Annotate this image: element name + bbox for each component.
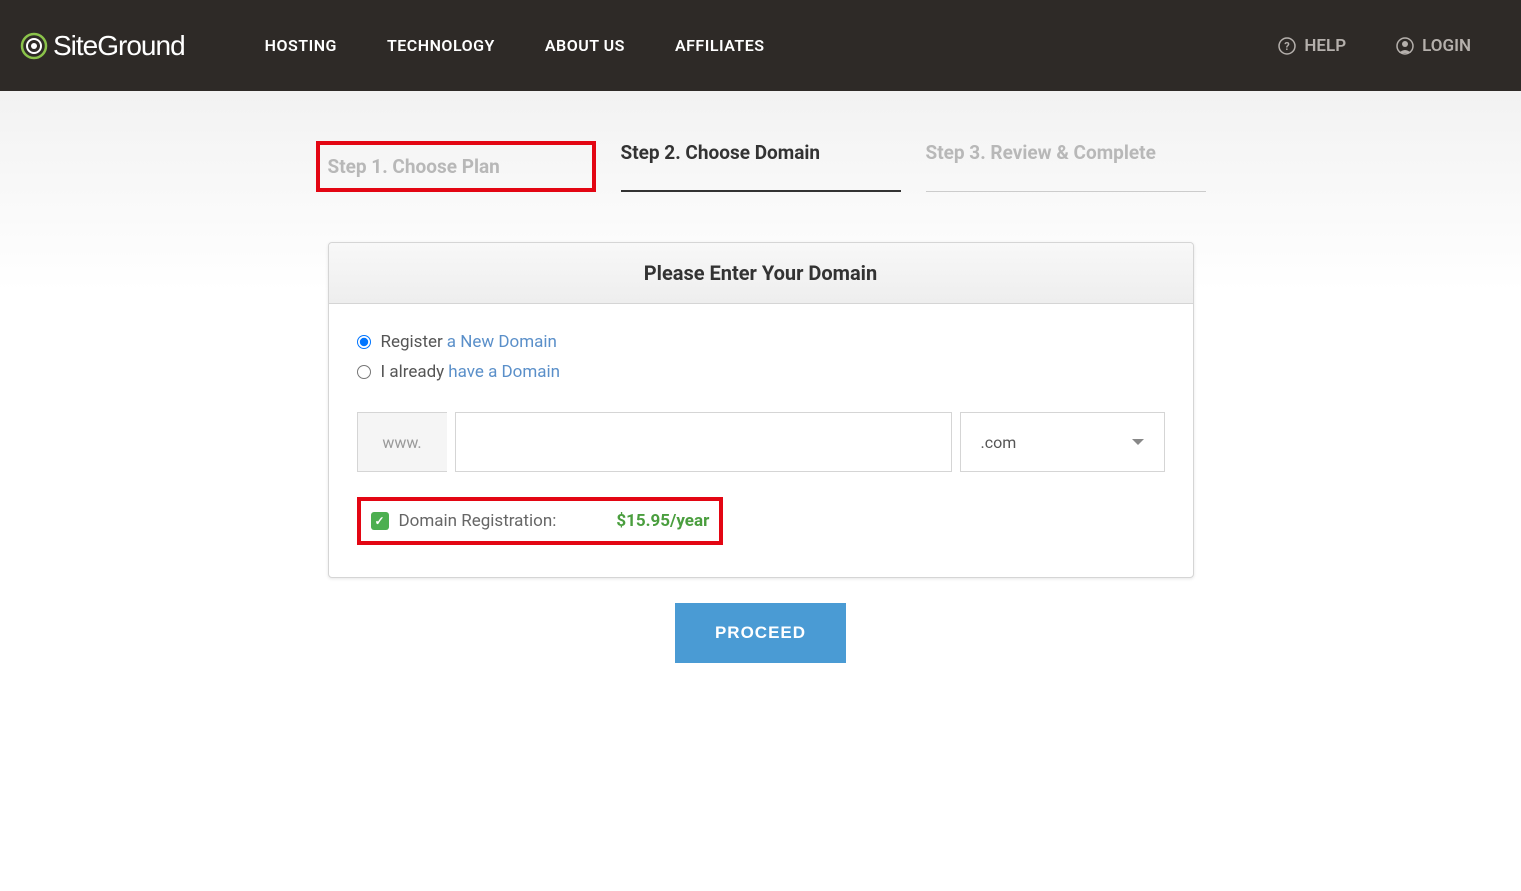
tld-select[interactable]: .com bbox=[960, 412, 1165, 472]
radio-register-new[interactable]: Register a New Domain bbox=[357, 332, 1165, 352]
domain-registration-row: ✓ Domain Registration: $15.95/year bbox=[357, 497, 724, 545]
help-icon: ? bbox=[1278, 37, 1296, 55]
logo[interactable]: SiteGround bbox=[20, 30, 185, 62]
radio-have-domain-input[interactable] bbox=[357, 365, 371, 379]
registration-price: $15.95/year bbox=[616, 511, 709, 531]
content-wrapper: Step 1. Choose Plan Step 2. Choose Domai… bbox=[0, 91, 1521, 891]
step-2-tab[interactable]: Step 2. Choose Domain bbox=[621, 141, 901, 192]
check-icon: ✓ bbox=[374, 514, 384, 528]
step-3-tab[interactable]: Step 3. Review & Complete bbox=[926, 141, 1206, 192]
header-right: ? HELP LOGIN bbox=[1278, 36, 1471, 56]
registration-label: Domain Registration: bbox=[399, 511, 557, 531]
nav-affiliates[interactable]: AFFILIATES bbox=[675, 36, 765, 55]
domain-card: Please Enter Your Domain Register a New … bbox=[328, 242, 1194, 578]
domain-input-row: www. .com bbox=[357, 412, 1165, 472]
radio-register-link: a New Domain bbox=[447, 332, 557, 352]
domain-input[interactable] bbox=[455, 412, 952, 472]
registration-checkbox[interactable]: ✓ bbox=[371, 512, 389, 530]
nav-technology[interactable]: TECHNOLOGY bbox=[387, 36, 495, 55]
nav-about-us[interactable]: ABOUT US bbox=[545, 36, 625, 55]
radio-have-link: have a Domain bbox=[448, 362, 560, 382]
main-nav: HOSTING TECHNOLOGY ABOUT US AFFILIATES bbox=[265, 36, 1279, 55]
radio-register-new-input[interactable] bbox=[357, 335, 371, 349]
radio-register-prefix: Register bbox=[381, 332, 443, 352]
proceed-button[interactable]: PROCEED bbox=[675, 603, 846, 663]
nav-hosting[interactable]: HOSTING bbox=[265, 36, 337, 55]
login-link[interactable]: LOGIN bbox=[1396, 36, 1471, 56]
chevron-down-icon bbox=[1132, 439, 1144, 445]
step-1-tab[interactable]: Step 1. Choose Plan bbox=[316, 141, 596, 192]
radio-have-prefix: I already bbox=[381, 362, 445, 382]
tld-value: .com bbox=[981, 433, 1017, 452]
card-body: Register a New Domain I already have a D… bbox=[329, 304, 1193, 577]
logo-icon bbox=[20, 32, 48, 60]
user-icon bbox=[1396, 37, 1414, 55]
domain-radio-group: Register a New Domain I already have a D… bbox=[357, 332, 1165, 382]
help-label: HELP bbox=[1304, 36, 1346, 56]
logo-text: SiteGround bbox=[53, 30, 185, 62]
www-prefix: www. bbox=[357, 412, 447, 472]
header-bar: SiteGround HOSTING TECHNOLOGY ABOUT US A… bbox=[0, 0, 1521, 91]
radio-have-domain[interactable]: I already have a Domain bbox=[357, 362, 1165, 382]
login-label: LOGIN bbox=[1422, 36, 1471, 56]
svg-text:?: ? bbox=[1285, 40, 1291, 53]
step-tabs: Step 1. Choose Plan Step 2. Choose Domai… bbox=[0, 141, 1521, 192]
help-link[interactable]: ? HELP bbox=[1278, 36, 1346, 56]
card-title: Please Enter Your Domain bbox=[329, 243, 1193, 304]
